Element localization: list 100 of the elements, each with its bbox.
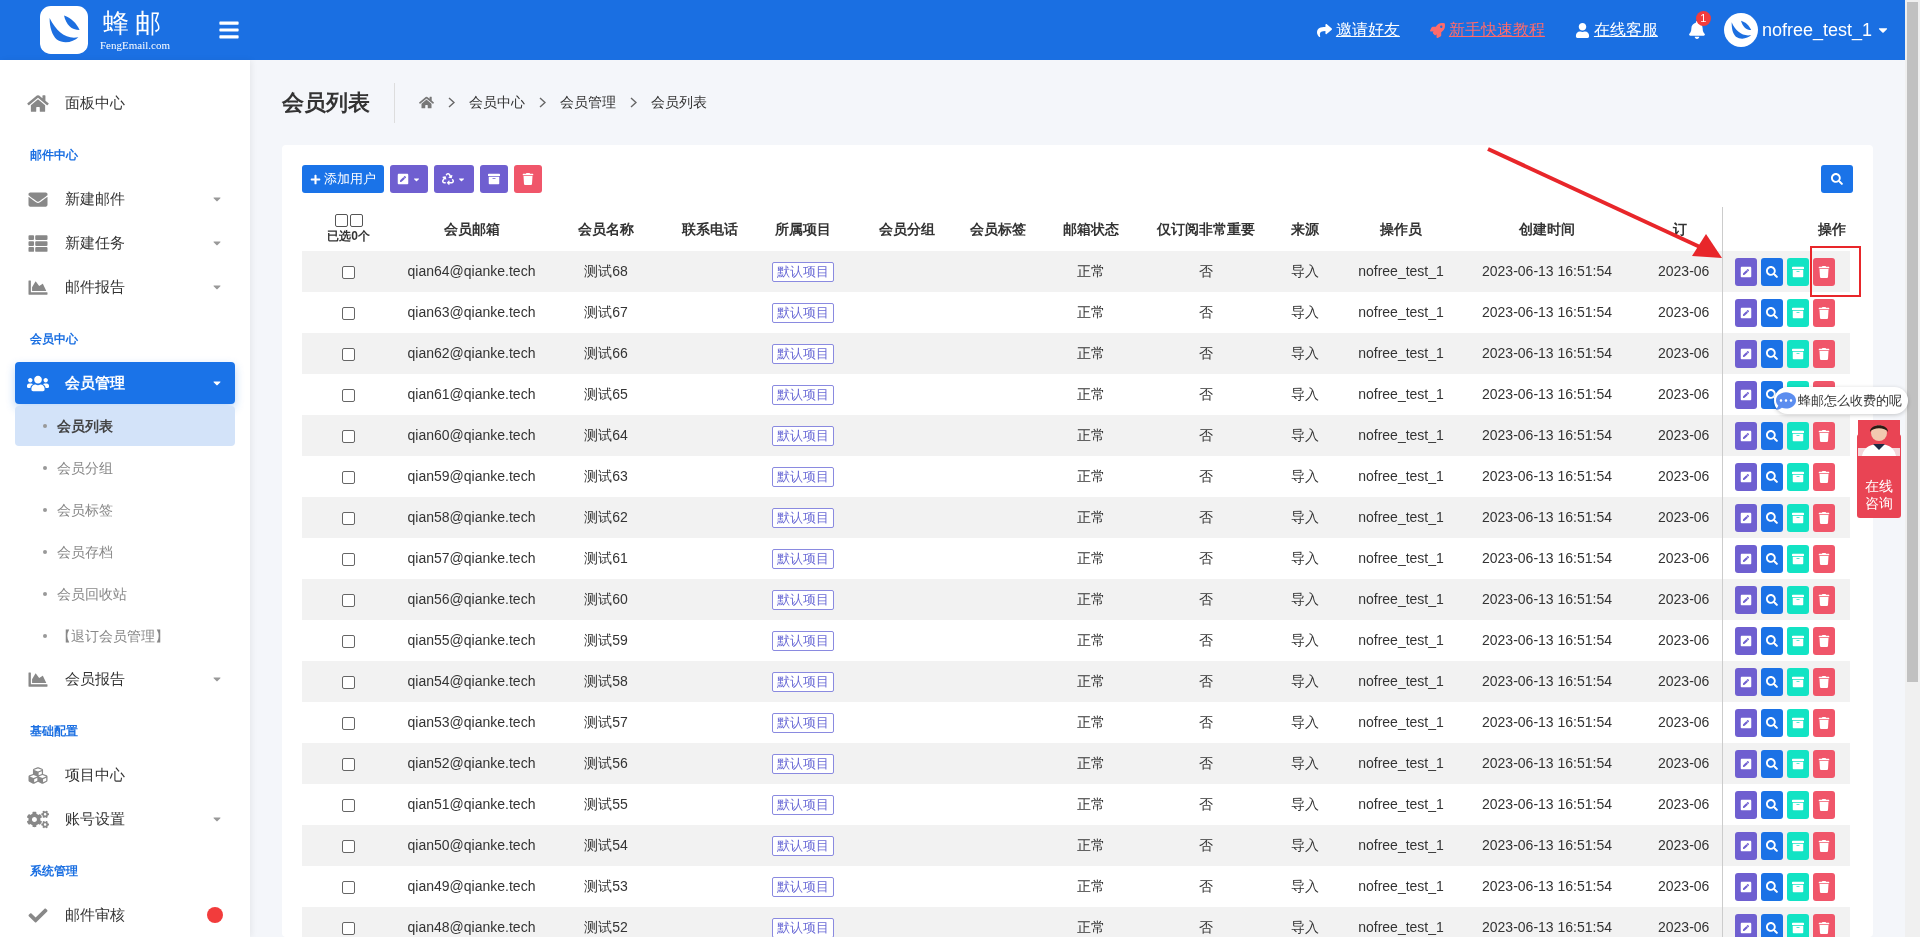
table-cell: qian52@qianke.tech <box>407 755 536 771</box>
table-cell: 2023-06-13 16:51:54 <box>1482 509 1612 525</box>
table-cell: 导入 <box>1291 591 1319 607</box>
table-cell: nofree_test_1 <box>1358 755 1444 771</box>
table-cell: 2023-06-13 16:51:54 <box>1482 468 1612 484</box>
table-cell: 2023-06 <box>1658 632 1710 648</box>
table-cell: 2023-06 <box>1658 673 1710 689</box>
table-cell: 2023-06 <box>1658 796 1710 812</box>
table-cell: 正常 <box>1077 755 1105 771</box>
table-cell: 正常 <box>1077 304 1105 320</box>
table-cell: 否 <box>1199 755 1213 771</box>
project-tag: 默认项目 <box>772 918 834 937</box>
table-cell: 2023-06-13 16:51:54 <box>1482 919 1612 935</box>
table-cell: qian50@qianke.tech <box>407 837 536 853</box>
table-cell: 正常 <box>1077 427 1105 443</box>
table-cell: 2023-06-13 16:51:54 <box>1482 796 1612 812</box>
project-tag: 默认项目 <box>772 549 834 569</box>
table-cell: 否 <box>1199 632 1213 648</box>
table-cell: 导入 <box>1291 263 1319 279</box>
section-heading: 会员中心 <box>29 331 79 348</box>
column-header: 仅订阅非常重要 <box>1157 220 1255 237</box>
table-cell: 测试67 <box>584 304 628 320</box>
table-cell: 2023-06-13 16:51:54 <box>1482 714 1612 730</box>
project-tag: 默认项目 <box>772 754 834 774</box>
table-cell: 导入 <box>1291 386 1319 402</box>
table-cell: qian55@qianke.tech <box>407 632 536 648</box>
table-cell: 否 <box>1199 427 1213 443</box>
table-cell: 导入 <box>1291 468 1319 484</box>
table-cell: 导入 <box>1291 714 1319 730</box>
project-tag: 默认项目 <box>772 713 834 733</box>
table-cell: 正常 <box>1077 673 1105 689</box>
table-cell: 测试59 <box>584 632 628 648</box>
table-cell: qian63@qianke.tech <box>407 304 536 320</box>
table-cell: 2023-06-13 16:51:54 <box>1482 386 1612 402</box>
table-cell: 2023-06 <box>1658 345 1710 361</box>
column-header: 操作员 <box>1380 220 1422 237</box>
table-cell: nofree_test_1 <box>1358 345 1444 361</box>
project-tag: 默认项目 <box>772 795 834 815</box>
table-cell: 否 <box>1199 550 1213 566</box>
table-cell: 测试52 <box>584 919 628 935</box>
section-heading: 系统管理 <box>29 863 79 880</box>
project-tag: 默认项目 <box>772 836 834 856</box>
column-header: 操作 <box>1818 220 1846 237</box>
table-cell: 测试63 <box>584 468 628 484</box>
table-cell: 测试66 <box>584 345 628 361</box>
table-cell: 否 <box>1199 714 1213 730</box>
table-cell: 正常 <box>1077 591 1105 607</box>
table-cell: 导入 <box>1291 304 1319 320</box>
table-cell: 测试55 <box>584 796 628 812</box>
project-tag: 默认项目 <box>772 590 834 610</box>
table-cell: 否 <box>1199 263 1213 279</box>
project-tag: 默认项目 <box>772 426 834 446</box>
table-cell: 2023-06 <box>1658 919 1710 935</box>
table-cell: qian53@qianke.tech <box>407 714 536 730</box>
table-cell: nofree_test_1 <box>1358 796 1444 812</box>
table-cell: 正常 <box>1077 386 1105 402</box>
table-cell: 2023-06 <box>1658 427 1710 443</box>
project-tag: 默认项目 <box>772 385 834 405</box>
page-title: 会员列表 <box>282 82 395 123</box>
column-header: 所属项目 <box>775 220 831 237</box>
table-cell: 测试58 <box>584 673 628 689</box>
project-tag: 默认项目 <box>772 467 834 487</box>
table-cell: 2023-06 <box>1658 591 1710 607</box>
table-cell: 导入 <box>1291 919 1319 935</box>
table-cell: 2023-06-13 16:51:54 <box>1482 263 1612 279</box>
table-cell: 2023-06 <box>1658 263 1710 279</box>
table-cell: 测试62 <box>584 509 628 525</box>
table-cell: 否 <box>1199 796 1213 812</box>
table-cell: 测试54 <box>584 837 628 853</box>
table-cell: qian54@qianke.tech <box>407 673 536 689</box>
table-cell: 测试56 <box>584 755 628 771</box>
table-cell: 否 <box>1199 878 1213 894</box>
table-cell: 导入 <box>1291 550 1319 566</box>
table-cell: 正常 <box>1077 919 1105 935</box>
column-header: 邮箱状态 <box>1063 220 1119 237</box>
column-header: 订 <box>1673 220 1688 237</box>
table-cell: 2023-06-13 16:51:54 <box>1482 837 1612 853</box>
table-cell: qian58@qianke.tech <box>407 509 536 525</box>
table-cell: 测试53 <box>584 878 628 894</box>
logo-title: 蜂邮 <box>103 9 167 36</box>
column-header: 会员名称 <box>578 220 634 237</box>
table-cell: 2023-06-13 16:51:54 <box>1482 304 1612 320</box>
table-cell: 2023-06-13 16:51:54 <box>1482 345 1612 361</box>
table-cell: 2023-06 <box>1658 550 1710 566</box>
table-cell: qian64@qianke.tech <box>407 263 536 279</box>
project-tag: 默认项目 <box>772 877 834 897</box>
table-cell: nofree_test_1 <box>1358 919 1444 935</box>
table-cell: qian61@qianke.tech <box>407 386 536 402</box>
table-cell: 正常 <box>1077 632 1105 648</box>
table-cell: 测试65 <box>584 386 628 402</box>
table-cell: qian51@qianke.tech <box>407 796 536 812</box>
project-tag: 默认项目 <box>772 631 834 651</box>
table-cell: 2023-06-13 16:51:54 <box>1482 591 1612 607</box>
table-cell: 正常 <box>1077 345 1105 361</box>
table-cell: 导入 <box>1291 796 1319 812</box>
table-cell: qian56@qianke.tech <box>407 591 536 607</box>
table-cell: 2023-06 <box>1658 386 1710 402</box>
table-cell: 2023-06 <box>1658 755 1710 771</box>
table-cell: 2023-06-13 16:51:54 <box>1482 878 1612 894</box>
table-cell: nofree_test_1 <box>1358 878 1444 894</box>
